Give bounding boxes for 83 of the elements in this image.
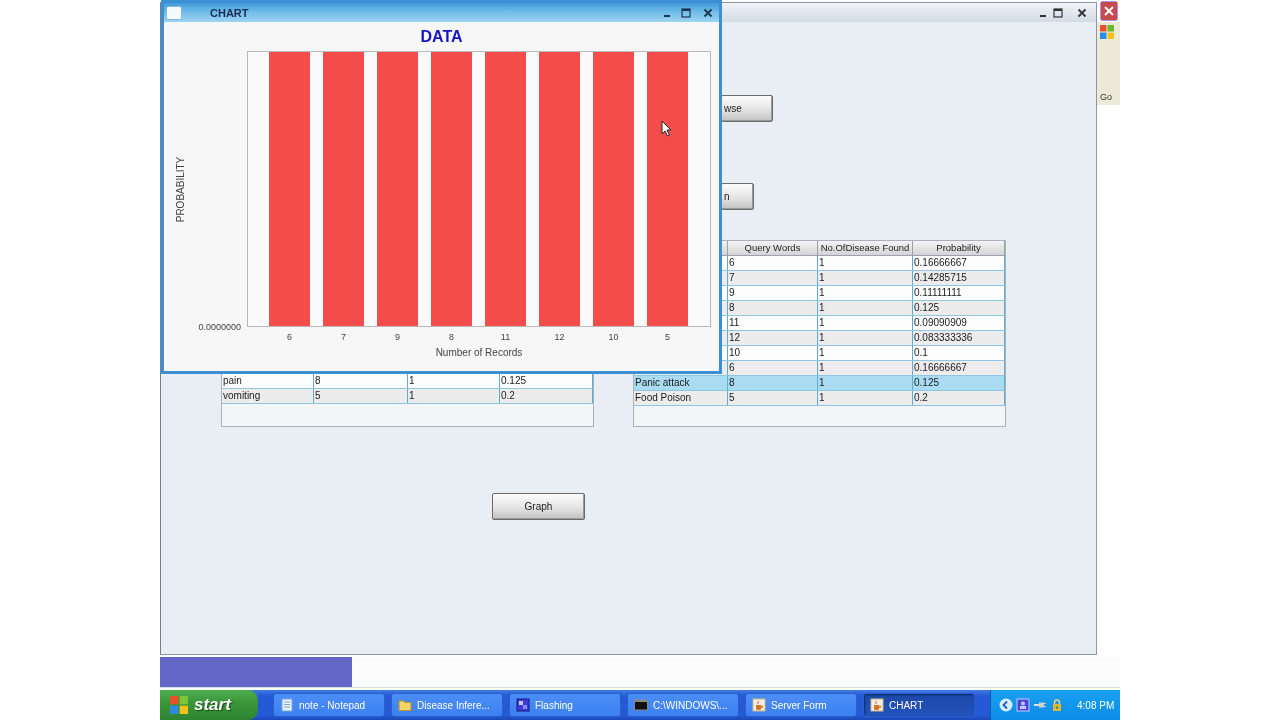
x-tick-label: 6: [287, 332, 292, 343]
table-cell: 0.16666667: [914, 362, 967, 373]
table-cell: 1: [819, 257, 825, 268]
x-tick-label: 12: [554, 332, 565, 343]
go-button[interactable]: Go: [1100, 92, 1112, 102]
table-cell: 1: [819, 392, 825, 403]
table-cell: 0.1: [914, 347, 928, 358]
table-cell: 0.11111111: [914, 287, 962, 298]
table-cell: pain: [223, 375, 242, 386]
table-row[interactable]: Food Poison 5 1 0.2: [634, 391, 1005, 406]
table-cell: 8: [729, 302, 735, 313]
table-cell: 1: [819, 347, 825, 358]
browse-button[interactable]: wse: [721, 95, 773, 122]
table-cell: 6: [729, 362, 735, 373]
user-icon[interactable]: [1016, 698, 1030, 712]
table-cell: 10: [729, 347, 741, 358]
table-cell: 0.2: [501, 390, 515, 401]
x-tick-label: 10: [608, 332, 619, 343]
maximize-icon[interactable]: [681, 7, 691, 18]
table-cell: 1: [409, 375, 415, 386]
table-cell: 5: [729, 392, 735, 403]
window-icon: [516, 698, 530, 712]
table-cell: 7: [729, 272, 735, 283]
action-button[interactable]: n: [721, 183, 754, 210]
column-header[interactable]: Query Words: [744, 242, 801, 253]
column-header[interactable]: No.OfDisease Found: [820, 242, 910, 253]
y-axis-label: PROBABILITY: [175, 156, 187, 222]
x-tick-label: 7: [341, 332, 346, 343]
x-tick-label: 8: [449, 332, 454, 343]
taskbar-button[interactable]: Disease Infere...: [391, 693, 503, 717]
flag-icon: [170, 696, 188, 714]
x-tick-label: 11: [500, 332, 511, 343]
table-cell: 0.2: [914, 392, 928, 403]
table-cell: 1: [819, 377, 825, 388]
start-button[interactable]: start: [160, 690, 258, 720]
table-cell: 5: [315, 390, 321, 401]
table-cell: 1: [409, 390, 415, 401]
table-cell: 0.09090909: [914, 317, 967, 328]
table-row[interactable]: Panic attack 8 1 0.125: [634, 376, 1005, 391]
chart-title: DATA: [420, 28, 463, 45]
close-icon[interactable]: [703, 7, 713, 18]
table-cell: Food Poison: [635, 392, 692, 403]
chevron-icon[interactable]: [999, 698, 1013, 712]
table-cell: 0.14285715: [914, 272, 967, 283]
x-tick-label: 9: [395, 332, 400, 343]
console-icon: [634, 698, 648, 712]
table-cell: 1: [819, 272, 825, 283]
table-cell: 1: [819, 302, 825, 313]
table-cell: 11: [729, 317, 740, 328]
notepad-icon: [280, 698, 294, 712]
graph-button[interactable]: Graph: [492, 493, 585, 520]
table-row[interactable]: vomiting 5 1 0.2: [222, 389, 593, 404]
table-cell: 8: [729, 377, 735, 388]
table-cell: 9: [729, 287, 735, 298]
folder-icon: [398, 698, 412, 712]
table-cell: 1: [819, 362, 825, 373]
flag-icon: [1100, 25, 1114, 39]
taskbar-button[interactable]: CHART: [863, 693, 975, 717]
x-axis-label: Number of Records: [435, 347, 523, 359]
window-title: CHART: [210, 6, 249, 19]
cup-icon: [870, 698, 884, 712]
column-header[interactable]: Probability: [936, 242, 981, 253]
taskbar-button[interactable]: Server Form: [745, 693, 857, 717]
table-cell: 1: [819, 332, 825, 343]
table-cell: vomiting: [223, 390, 261, 401]
table-cell: 0.125: [914, 302, 940, 313]
table-cell: Panic attack: [635, 377, 690, 388]
table-cell: 6: [729, 257, 735, 268]
table-row[interactable]: pain 8 1 0.125: [222, 374, 593, 389]
x-tick-label: 5: [665, 332, 670, 343]
table-cell: 8: [315, 375, 321, 386]
y-tick-label: 0.0000000: [198, 322, 241, 332]
table-cell: 1: [819, 287, 825, 298]
table-cell: 0.125: [914, 377, 940, 388]
window-icon: [166, 5, 182, 20]
clock: 4:08 PM: [1077, 699, 1115, 711]
table-cell: 1: [819, 317, 825, 328]
table-cell: 0.083333336: [914, 332, 973, 343]
close-icon[interactable]: [1100, 1, 1118, 21]
table-cell: 12: [729, 332, 741, 343]
table-cell: 0.16666667: [914, 257, 967, 268]
table-cell: 0.125: [501, 375, 527, 386]
cup-icon: [752, 698, 766, 712]
